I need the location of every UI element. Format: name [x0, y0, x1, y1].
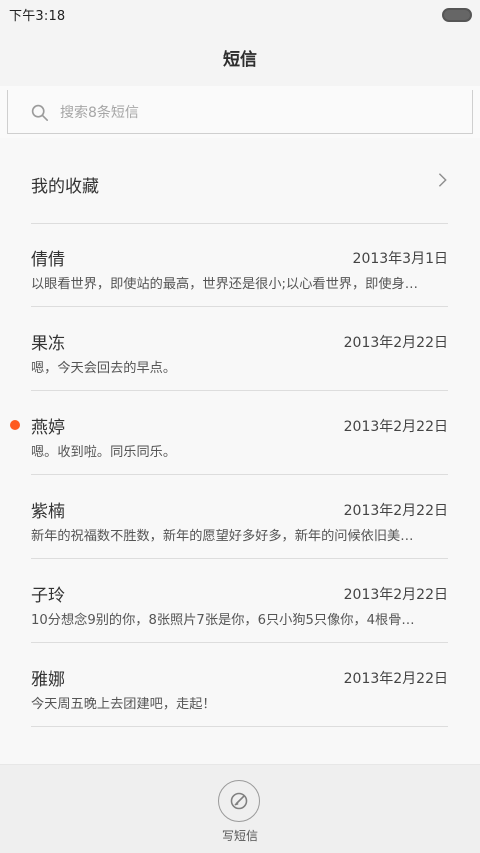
conversation-row-guodong[interactable]: 果冻 2013年2月22日 嗯，今天会回去的早点。	[31, 307, 448, 391]
message-date: 2013年3月1日	[352, 251, 448, 267]
message-preview: 新年的祝福数不胜数，新年的愿望好多好多，新年的问候依旧美…	[31, 529, 414, 544]
conversation-row-yana[interactable]: 雅娜 2013年2月22日 今天周五晚上去团建吧，走起！	[31, 643, 448, 727]
search-box[interactable]	[7, 90, 473, 134]
status-time: 下午3:18	[9, 9, 66, 24]
messages-screen: 下午3:18 短信 我的收藏 倩倩 2013年3月1日 以眼看世界，即使站的最高…	[0, 0, 480, 853]
message-preview: 今天周五晚上去团建吧，走起！	[31, 697, 216, 712]
compose-message-button[interactable]	[218, 780, 260, 822]
contact-name: 果冻	[31, 334, 65, 354]
compose-icon	[230, 792, 248, 810]
message-preview: 嗯。收到啦。同乐同乐。	[31, 445, 177, 460]
contact-name: 子玲	[31, 586, 65, 606]
message-preview: 嗯，今天会回去的早点。	[31, 361, 177, 376]
message-preview: 以眼看世界，即使站的最高，世界还是很小;以心看世界，即使身…	[31, 277, 418, 292]
message-date: 2013年2月22日	[343, 335, 448, 351]
favorites-label: 我的收藏	[31, 177, 99, 197]
status-bar: 下午3:18	[0, 0, 480, 28]
title-bar: 短信	[0, 28, 480, 86]
favorites-row[interactable]: 我的收藏	[31, 138, 448, 224]
compose-label: 写短信	[221, 829, 258, 843]
message-date: 2013年2月22日	[343, 587, 448, 603]
contact-name: 雅娜	[31, 670, 65, 690]
bottom-toolbar: 写短信	[0, 764, 480, 853]
battery-icon	[442, 8, 472, 22]
contact-name: 燕婷	[31, 418, 65, 438]
chevron-right-icon	[438, 173, 447, 187]
search-input[interactable]	[58, 100, 452, 126]
conversation-row-zinan[interactable]: 紫楠 2013年2月22日 新年的祝福数不胜数，新年的愿望好多好多，新年的问候依…	[31, 475, 448, 559]
message-date: 2013年2月22日	[343, 503, 448, 519]
search-area	[0, 86, 480, 138]
message-date: 2013年2月22日	[343, 671, 448, 687]
search-icon	[31, 104, 49, 122]
message-date: 2013年2月22日	[343, 419, 448, 435]
conversation-row-qianqian[interactable]: 倩倩 2013年3月1日 以眼看世界，即使站的最高，世界还是很小;以心看世界，即…	[31, 223, 448, 307]
contact-name: 倩倩	[31, 250, 65, 270]
contact-name: 紫楠	[31, 502, 65, 522]
conversation-row-yanting[interactable]: 燕婷 2013年2月22日 嗯。收到啦。同乐同乐。	[10, 391, 448, 475]
unread-indicator	[10, 420, 20, 430]
message-list: 我的收藏 倩倩 2013年3月1日 以眼看世界，即使站的最高，世界还是很小;以心…	[0, 138, 480, 764]
message-preview: 10分想念9别的你，8张照片7张是你，6只小狗5只像你，4根骨…	[31, 613, 415, 628]
page-title: 短信	[223, 50, 257, 70]
conversation-row-ziling[interactable]: 子玲 2013年2月22日 10分想念9别的你，8张照片7张是你，6只小狗5只像…	[31, 559, 448, 643]
